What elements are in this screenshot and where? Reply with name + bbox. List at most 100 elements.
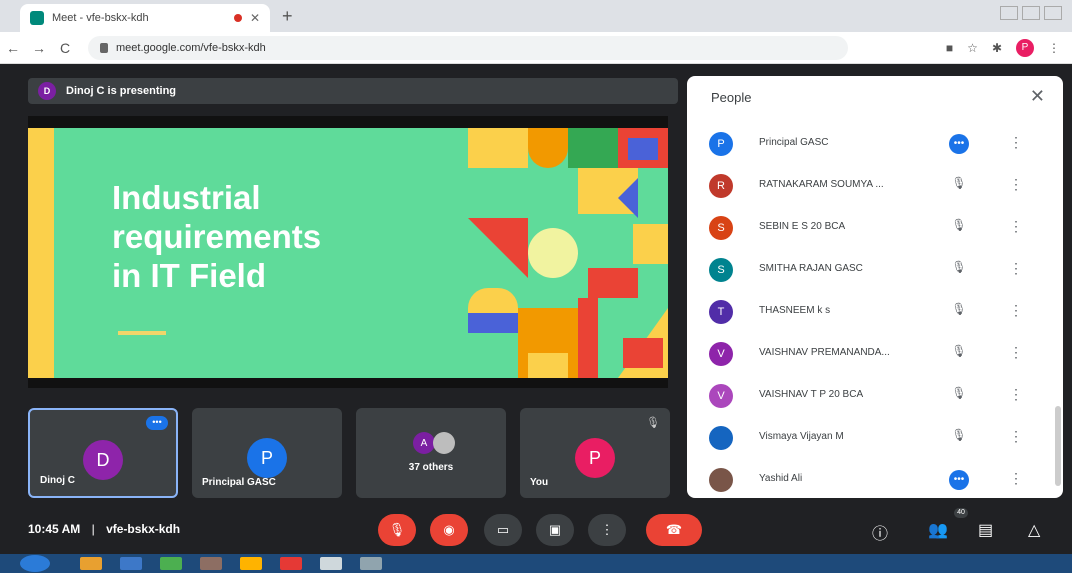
meet-favicon-icon xyxy=(30,11,44,25)
app-icon[interactable] xyxy=(240,557,262,570)
back-button[interactable]: ← xyxy=(0,40,26,56)
minimize-button[interactable] xyxy=(1000,6,1018,20)
meeting-details-icon[interactable]: ⓘ xyxy=(872,520,888,544)
camera-toggle-button[interactable]: ◉ xyxy=(430,514,468,546)
more-vert-icon[interactable]: ⋮ xyxy=(1009,428,1023,445)
more-vert-icon[interactable]: ⋮ xyxy=(1009,176,1023,193)
mic-off-icon[interactable]: 🎙 xyxy=(949,176,969,196)
participant-name: Vismaya Vijayan M xyxy=(759,431,844,442)
profile-avatar[interactable]: P xyxy=(1016,38,1034,57)
slide-mosaic-graphic xyxy=(468,128,668,378)
participant-avatar xyxy=(709,426,733,450)
participant-avatar: V xyxy=(709,384,733,408)
people-panel-title: People xyxy=(711,90,752,105)
participant-name: Principal GASC xyxy=(759,137,829,148)
toolbar-extensions: ■ ☆ ✱ P ⋮ xyxy=(946,38,1072,57)
leave-call-button[interactable]: ☎ xyxy=(646,514,702,546)
people-list-item[interactable]: V VAISHNAV PREMANANDA... 🎙 ⋮ xyxy=(687,334,1063,374)
others-tile[interactable]: A 37 others xyxy=(356,408,506,498)
close-tab-icon[interactable]: ✕ xyxy=(250,11,260,25)
menu-icon[interactable]: ⋮ xyxy=(1048,41,1060,55)
mic-off-icon[interactable]: 🎙 xyxy=(949,260,969,280)
browser-tab[interactable]: Meet - vfe-bskx-kdh ✕ xyxy=(20,4,270,32)
more-vert-icon[interactable]: ⋮ xyxy=(1009,134,1023,151)
self-tile[interactable]: 🎙 P You xyxy=(520,408,670,498)
participant-avatar: P xyxy=(709,132,733,156)
present-button[interactable]: ▣ xyxy=(536,514,574,546)
ie-icon[interactable] xyxy=(120,557,142,570)
mic-off-icon[interactable]: 🎙 xyxy=(949,428,969,448)
captions-button[interactable]: ▭ xyxy=(484,514,522,546)
more-vert-icon[interactable]: ⋮ xyxy=(1009,218,1023,235)
app-icon[interactable] xyxy=(280,557,302,570)
participant-name: VAISHNAV PREMANANDA... xyxy=(759,347,890,358)
participant-name: SEBIN E S 20 BCA xyxy=(759,221,846,232)
people-list-item[interactable]: P Principal GASC ••• ⋮ xyxy=(687,124,1063,164)
more-options-button[interactable]: ⋮ xyxy=(588,514,626,546)
others-count: 37 others xyxy=(408,462,454,473)
participant-avatar: D xyxy=(83,440,123,480)
address-bar[interactable]: meet.google.com/vfe-bskx-kdh xyxy=(88,35,848,60)
participant-name: You xyxy=(530,477,549,488)
people-list-scrollbar[interactable] xyxy=(1055,406,1061,486)
browser-tab-strip: Meet - vfe-bskx-kdh ✕ + xyxy=(0,0,1072,32)
participant-avatar: R xyxy=(709,174,733,198)
mic-off-icon[interactable]: 🎙 xyxy=(949,302,969,322)
star-icon[interactable]: ☆ xyxy=(967,41,978,55)
start-button[interactable] xyxy=(20,555,50,572)
forward-button[interactable]: → xyxy=(26,40,52,56)
participant-tile[interactable]: ••• D Dinoj C xyxy=(28,408,178,498)
activities-icon[interactable]: △ xyxy=(1028,520,1040,540)
participant-name: RATNAKARAM SOUMYA ... xyxy=(759,179,884,190)
speaking-indicator-icon[interactable]: ••• xyxy=(949,470,969,490)
more-vert-icon[interactable]: ⋮ xyxy=(1009,344,1023,361)
present-icon: ▣ xyxy=(548,522,562,537)
close-window-button[interactable] xyxy=(1044,6,1062,20)
reload-button[interactable]: C xyxy=(52,40,78,56)
recording-dot-icon xyxy=(233,14,242,22)
mic-off-icon: 🎙 xyxy=(388,522,406,537)
participant-name: VAISHNAV T P 20 BCA xyxy=(759,389,864,400)
maximize-button[interactable] xyxy=(1022,6,1040,20)
people-list-item[interactable]: V VAISHNAV T P 20 BCA 🎙 ⋮ xyxy=(687,376,1063,416)
slide-title: Industrial requirements in IT Field xyxy=(112,179,322,294)
camera-off-icon: ◉ xyxy=(443,522,455,537)
presenting-banner: D Dinoj C is presenting xyxy=(28,78,678,104)
meeting-info: 10:45 AM | vfe-bskx-kdh xyxy=(28,522,180,536)
more-vert-icon[interactable]: ⋮ xyxy=(1009,302,1023,319)
camera-icon[interactable]: ■ xyxy=(946,41,953,55)
people-list-item[interactable]: T THASNEEM k s 🎙 ⋮ xyxy=(687,292,1063,332)
mic-off-icon[interactable]: 🎙 xyxy=(949,218,969,238)
app-icon[interactable] xyxy=(200,557,222,570)
speaking-indicator-icon[interactable]: ••• xyxy=(949,134,969,154)
people-list-item[interactable]: S SEBIN E S 20 BCA 🎙 ⋮ xyxy=(687,208,1063,248)
participant-avatar: P xyxy=(247,438,287,478)
extensions-icon[interactable]: ✱ xyxy=(992,41,1002,55)
more-vert-icon[interactable]: ⋮ xyxy=(1009,386,1023,403)
presentation-slide: Industrial requirements in IT Field xyxy=(28,128,668,378)
app-icon[interactable] xyxy=(160,557,182,570)
people-list-item[interactable]: R RATNAKARAM SOUMYA ... 🎙 ⋮ xyxy=(687,166,1063,206)
app-icon[interactable] xyxy=(360,557,382,570)
people-list-item[interactable]: S SMITHA RAJAN GASC 🎙 ⋮ xyxy=(687,250,1063,290)
people-list-item[interactable]: Yashid Ali ••• ⋮ xyxy=(687,460,1063,500)
chrome-icon[interactable] xyxy=(320,557,342,570)
folder-icon[interactable] xyxy=(80,557,102,570)
more-vert-icon[interactable]: ⋮ xyxy=(1009,260,1023,277)
hang-up-icon: ☎ xyxy=(665,522,683,537)
participant-tile[interactable]: P Principal GASC xyxy=(192,408,342,498)
more-vert-icon[interactable]: ⋮ xyxy=(1009,470,1023,487)
mic-toggle-button[interactable]: 🎙 xyxy=(378,514,416,546)
mic-off-icon[interactable]: 🎙 xyxy=(949,344,969,364)
people-list-item[interactable]: Vismaya Vijayan M 🎙 ⋮ xyxy=(687,418,1063,458)
people-icon[interactable]: 👥 xyxy=(928,520,948,540)
presentation-area: Industrial requirements in IT Field xyxy=(28,116,668,388)
mic-off-icon[interactable]: 🎙 xyxy=(949,386,969,406)
close-panel-button[interactable]: ✕ xyxy=(1030,86,1045,107)
more-options-icon[interactable]: ••• xyxy=(146,416,168,430)
chat-icon[interactable]: ▤ xyxy=(978,520,993,540)
new-tab-button[interactable]: + xyxy=(282,6,293,27)
meeting-time: 10:45 AM xyxy=(28,522,81,536)
participant-avatar: P xyxy=(575,438,615,478)
participant-name: Dinoj C xyxy=(40,475,75,486)
